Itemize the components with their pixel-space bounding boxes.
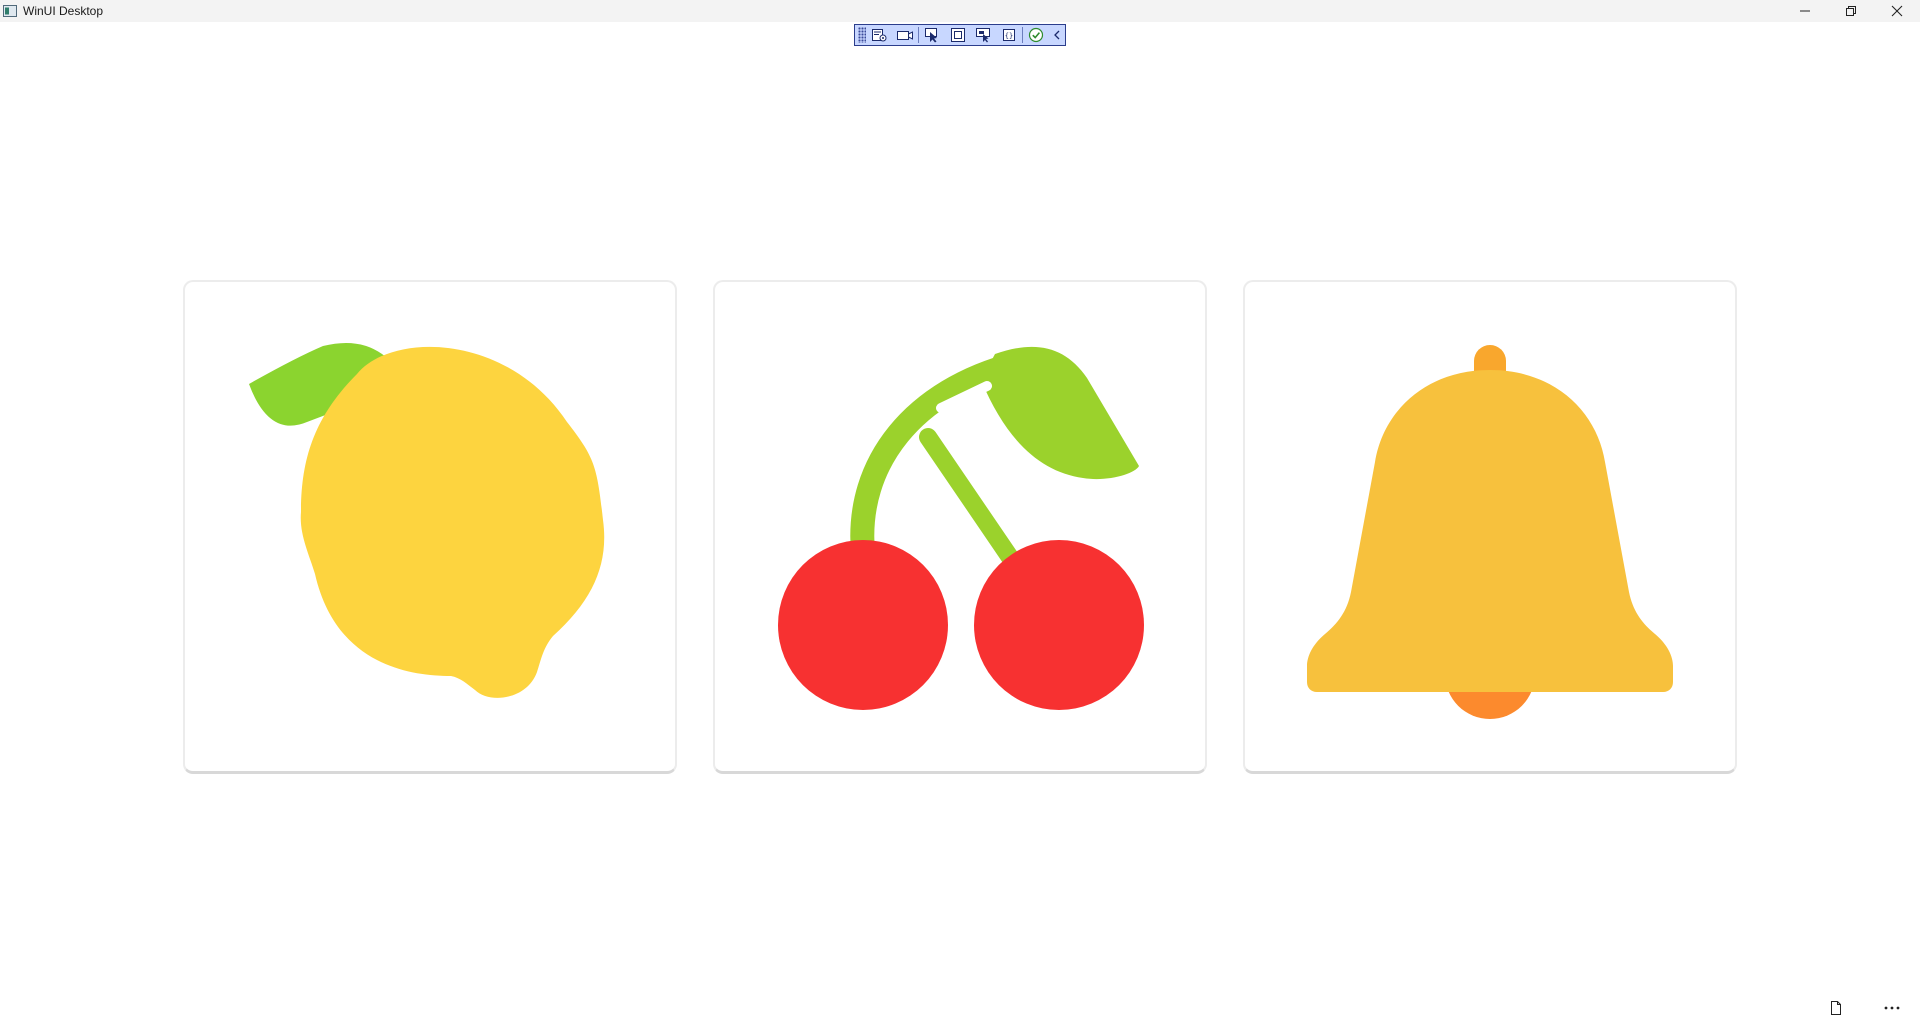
record-icon [896,31,913,40]
cherry-right [974,540,1144,710]
minimize-button[interactable] [1782,0,1828,22]
restore-icon [1846,6,1856,16]
record-button[interactable] [892,25,918,45]
page-icon [1831,1001,1841,1015]
in-app-debug-toolbar: {} [854,24,1066,46]
binding-failures-button[interactable]: {} [996,25,1022,45]
select-element-button[interactable] [919,25,945,45]
close-button[interactable] [1874,0,1920,22]
select-element-icon [924,28,937,43]
live-visual-tree-button[interactable] [866,25,892,45]
more-options-icon [1884,1006,1900,1010]
cherry-left [778,540,948,710]
window-title: WinUI Desktop [23,4,104,18]
bell-body [1307,370,1673,692]
cherry-leaf [981,346,1139,480]
track-focus-icon [976,28,991,43]
title-bar: WinUI Desktop [0,0,1920,22]
display-layout-adorners-button[interactable] [945,25,971,45]
live-visual-tree-icon [871,29,887,42]
bottom-command-bar [1808,990,1920,1026]
display-layout-adorners-icon [950,28,965,42]
page-button[interactable] [1808,990,1864,1026]
binding-failures-icon: {} [1003,29,1016,41]
cherry-card[interactable] [713,280,1207,774]
collapse-toolbar-button[interactable] [1049,25,1065,45]
toolbar-grip[interactable] [858,27,866,43]
lemon-image [249,342,605,698]
bell-image [1307,345,1673,719]
cherry-image [778,346,1144,710]
hot-reload-status-button[interactable] [1023,25,1049,45]
track-focus-button[interactable] [970,25,996,45]
svg-text:{}: {} [1005,32,1013,40]
lemon-body [300,346,605,698]
collapse-icon [1054,30,1060,40]
app-icon [3,5,17,17]
window-controls [1782,0,1920,22]
restore-button[interactable] [1828,0,1874,22]
close-icon [1891,5,1903,17]
cherry-stem-right [919,428,1029,581]
more-options-button[interactable] [1864,990,1920,1026]
minimize-icon [1800,10,1810,12]
lemon-card[interactable] [183,280,677,774]
bell-card[interactable] [1243,280,1737,774]
hot-reload-status-icon [1029,27,1044,43]
